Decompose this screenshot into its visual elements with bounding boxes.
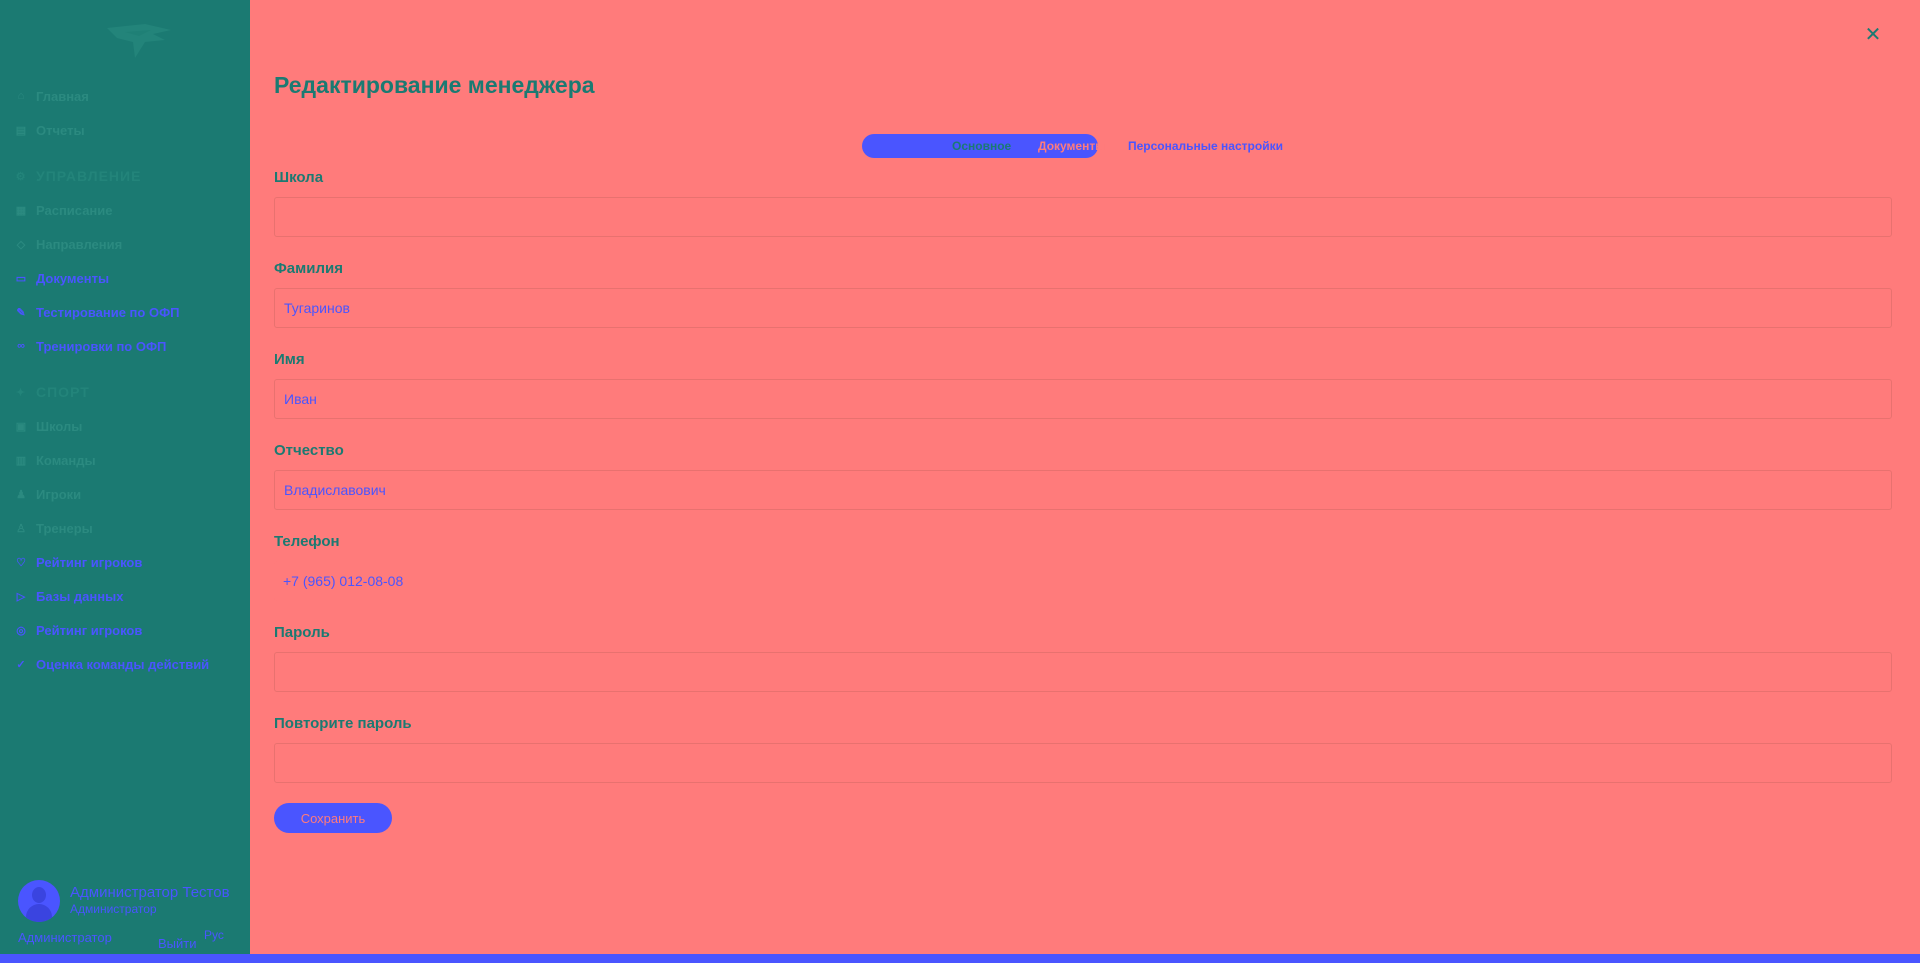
sidebar-item-label: Школы (36, 418, 83, 434)
close-icon[interactable]: ✕ (1862, 24, 1884, 46)
user-subtitle: Администратор (70, 902, 157, 916)
tab-documents[interactable]: Документы (1038, 139, 1105, 153)
calendar-icon: ▦ (15, 204, 27, 217)
score-icon: ✓ (16, 658, 26, 671)
sidebar-item-documents[interactable]: ▭ Документы (14, 268, 109, 288)
team-icon: ▥ (15, 454, 27, 467)
home-icon: ⌂ (17, 90, 25, 102)
sidebar-section-sport: ✦ СПОРТ (14, 382, 90, 402)
school-field[interactable] (274, 197, 1892, 237)
sidebar-item-player-rating[interactable]: ♡ Рейтинг игроков (14, 552, 142, 572)
password-repeat-label: Повторите пароль (274, 715, 412, 732)
sidebar-item-label: Базы данных (36, 588, 124, 604)
sidebar-item-label: Тренеры (36, 520, 93, 536)
sidebar-item-label: Оценка команды действий (36, 656, 210, 672)
report-icon: ▤ (15, 124, 27, 137)
sidebar-section-label: СПОРТ (36, 384, 90, 400)
user-role: Администратор (18, 930, 112, 945)
patronymic-field[interactable] (274, 470, 1892, 510)
sidebar-item-label: Направления (36, 236, 123, 252)
sidebar-item-label: Тренировки по ОФП (36, 338, 167, 354)
sidebar-item-label: Документы (36, 270, 110, 286)
phone-label: Телефон (274, 533, 340, 550)
first-name-label: Имя (274, 351, 305, 368)
sidebar-item-label: Отчеты (36, 122, 85, 138)
sidebar-item-directions[interactable]: ◇ Направления (14, 234, 122, 254)
sidebar-item-label: Расписание (36, 202, 113, 218)
sidebar-item-ofp-testing[interactable]: ✎ Тестирование по ОФП (14, 302, 180, 322)
sidebar-item-schools[interactable]: ▣ Школы (14, 416, 83, 436)
tab-bar: Основное Документы Персональные настройк… (862, 134, 1302, 158)
page-title: Редактирование менеджера (274, 72, 595, 98)
tab-personal-settings[interactable]: Персональные настройки (1128, 139, 1283, 153)
last-name-label: Фамилия (274, 260, 343, 277)
phone-field[interactable] (274, 561, 1892, 601)
rating-icon: ♡ (16, 556, 26, 569)
sidebar-item-coaches[interactable]: ♙ Тренеры (14, 518, 93, 538)
password-repeat-field[interactable] (274, 743, 1892, 783)
user-panel: Администратор Тестов Администратор Админ… (18, 878, 246, 951)
save-button[interactable]: Сохранить (274, 803, 392, 833)
gear-icon: ⚙ (15, 170, 27, 183)
sport-icon: ✦ (15, 386, 27, 399)
database-icon: ▷ (16, 590, 26, 603)
sidebar-item-label: Игроки (36, 486, 82, 502)
sidebar-item-label: Рейтинг игроков (36, 622, 143, 638)
tab-main[interactable]: Основное (952, 139, 1011, 153)
patronymic-label: Отчество (274, 442, 344, 459)
sidebar-item-team-score[interactable]: ✓ Оценка команды действий (14, 654, 209, 674)
sidebar-item-teams[interactable]: ▥ Команды (14, 450, 96, 470)
sidebar-item-player-rating-2[interactable]: ◎ Рейтинг игроков (14, 620, 142, 640)
sidebar-section-management: ⚙ УПРАВЛЕНИЕ (14, 166, 141, 186)
player-icon: ♟ (16, 488, 26, 501)
sidebar-item-players[interactable]: ♟ Игроки (14, 484, 81, 504)
avatar-head (32, 887, 46, 903)
star-icon: ◎ (16, 624, 26, 637)
logout-link[interactable]: Выйти (158, 936, 197, 951)
test-icon: ✎ (16, 306, 26, 319)
sidebar-item-label: Главная (36, 88, 89, 104)
bird-logo-icon[interactable] (105, 20, 175, 60)
direction-icon: ◇ (16, 238, 26, 251)
sidebar-item-label: Команды (36, 452, 96, 468)
avatar-body (26, 904, 52, 922)
sidebar-item-schedule[interactable]: ▦ Расписание (14, 200, 113, 220)
school-label: Школа (274, 169, 324, 186)
language-switch[interactable]: Рус (204, 928, 224, 942)
sidebar-item-home[interactable]: ⌂ Главная (14, 86, 89, 106)
dumbbell-icon: ∞ (17, 340, 25, 352)
bottom-bar (0, 954, 1920, 963)
sidebar-item-label: Рейтинг игроков (36, 554, 143, 570)
avatar[interactable] (18, 880, 60, 922)
password-field[interactable] (274, 652, 1892, 692)
sidebar-item-ofp-training[interactable]: ∞ Тренировки по ОФП (14, 336, 166, 356)
password-label: Пароль (274, 624, 330, 641)
sidebar-item-reports[interactable]: ▤ Отчеты (14, 120, 85, 140)
sidebar: ⌂ Главная ▤ Отчеты ⚙ УПРАВЛЕНИЕ ▦ Распис… (0, 0, 250, 954)
document-icon: ▭ (15, 272, 27, 285)
school-icon: ▣ (15, 420, 27, 433)
coach-icon: ♙ (16, 522, 26, 535)
last-name-field[interactable] (274, 288, 1892, 328)
first-name-field[interactable] (274, 379, 1892, 419)
sidebar-item-databases[interactable]: ▷ Базы данных (14, 586, 124, 606)
sidebar-section-label: УПРАВЛЕНИЕ (36, 168, 142, 184)
user-name: Администратор Тестов (70, 884, 230, 901)
sidebar-item-label: Тестирование по ОФП (36, 304, 180, 320)
